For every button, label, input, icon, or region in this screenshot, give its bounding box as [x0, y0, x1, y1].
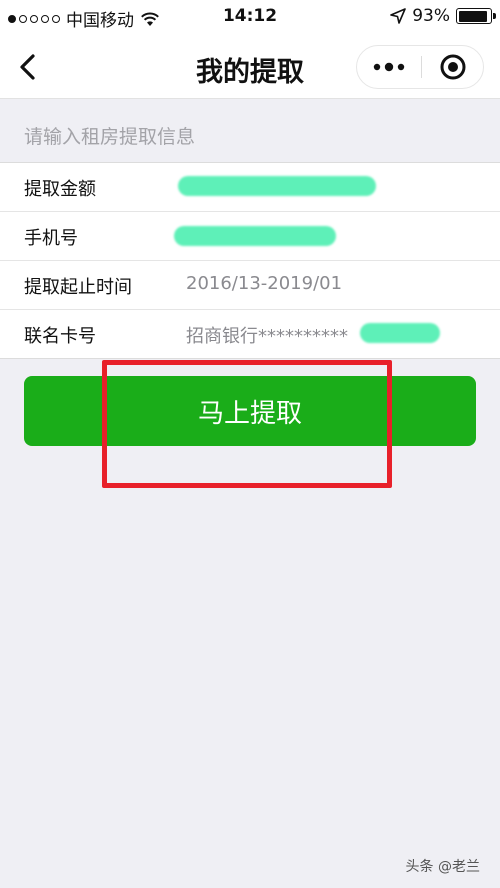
withdraw-now-button[interactable]: 马上提取 [24, 376, 476, 446]
row-label-period: 提取起止时间 [24, 277, 132, 298]
redaction-mark [174, 226, 336, 246]
battery-fill [458, 10, 488, 22]
row-card[interactable]: 联名卡号 招商银行********** [0, 310, 500, 358]
row-label-amount: 提取金额 [24, 179, 96, 200]
redaction-mark [178, 176, 376, 196]
menu-capsule [356, 45, 484, 89]
row-phone[interactable]: 手机号 [0, 212, 500, 261]
battery-percent: 93% [412, 6, 450, 26]
row-label-card: 联名卡号 [24, 326, 96, 347]
redaction-mark [360, 323, 440, 343]
withdrawal-form: 提取金额 手机号 提取起止时间 2016/13-2019/01 联名卡号 招商银… [0, 162, 500, 359]
more-button[interactable] [357, 46, 421, 88]
row-label-phone: 手机号 [24, 228, 78, 249]
row-value-card: 招商银行********** [186, 326, 348, 347]
close-miniprogram-button[interactable] [422, 46, 484, 88]
status-bar: 中国移动 14:12 93% [0, 0, 500, 36]
row-amount[interactable]: 提取金额 [0, 163, 500, 212]
more-dots-icon [373, 62, 405, 72]
row-value-period: 2016/13-2019/01 [186, 273, 343, 294]
status-right: 93% [390, 6, 496, 26]
row-period[interactable]: 提取起止时间 2016/13-2019/01 [0, 261, 500, 310]
navigation-bar: 我的提取 [0, 36, 500, 99]
watermark: 头条 @老兰 [405, 859, 480, 875]
location-arrow-icon [390, 8, 407, 24]
target-circle-icon [440, 54, 466, 80]
form-section-hint: 请输入租房提取信息 [24, 126, 196, 148]
chevron-left-icon[interactable] [14, 52, 42, 82]
battery-icon [456, 8, 496, 24]
